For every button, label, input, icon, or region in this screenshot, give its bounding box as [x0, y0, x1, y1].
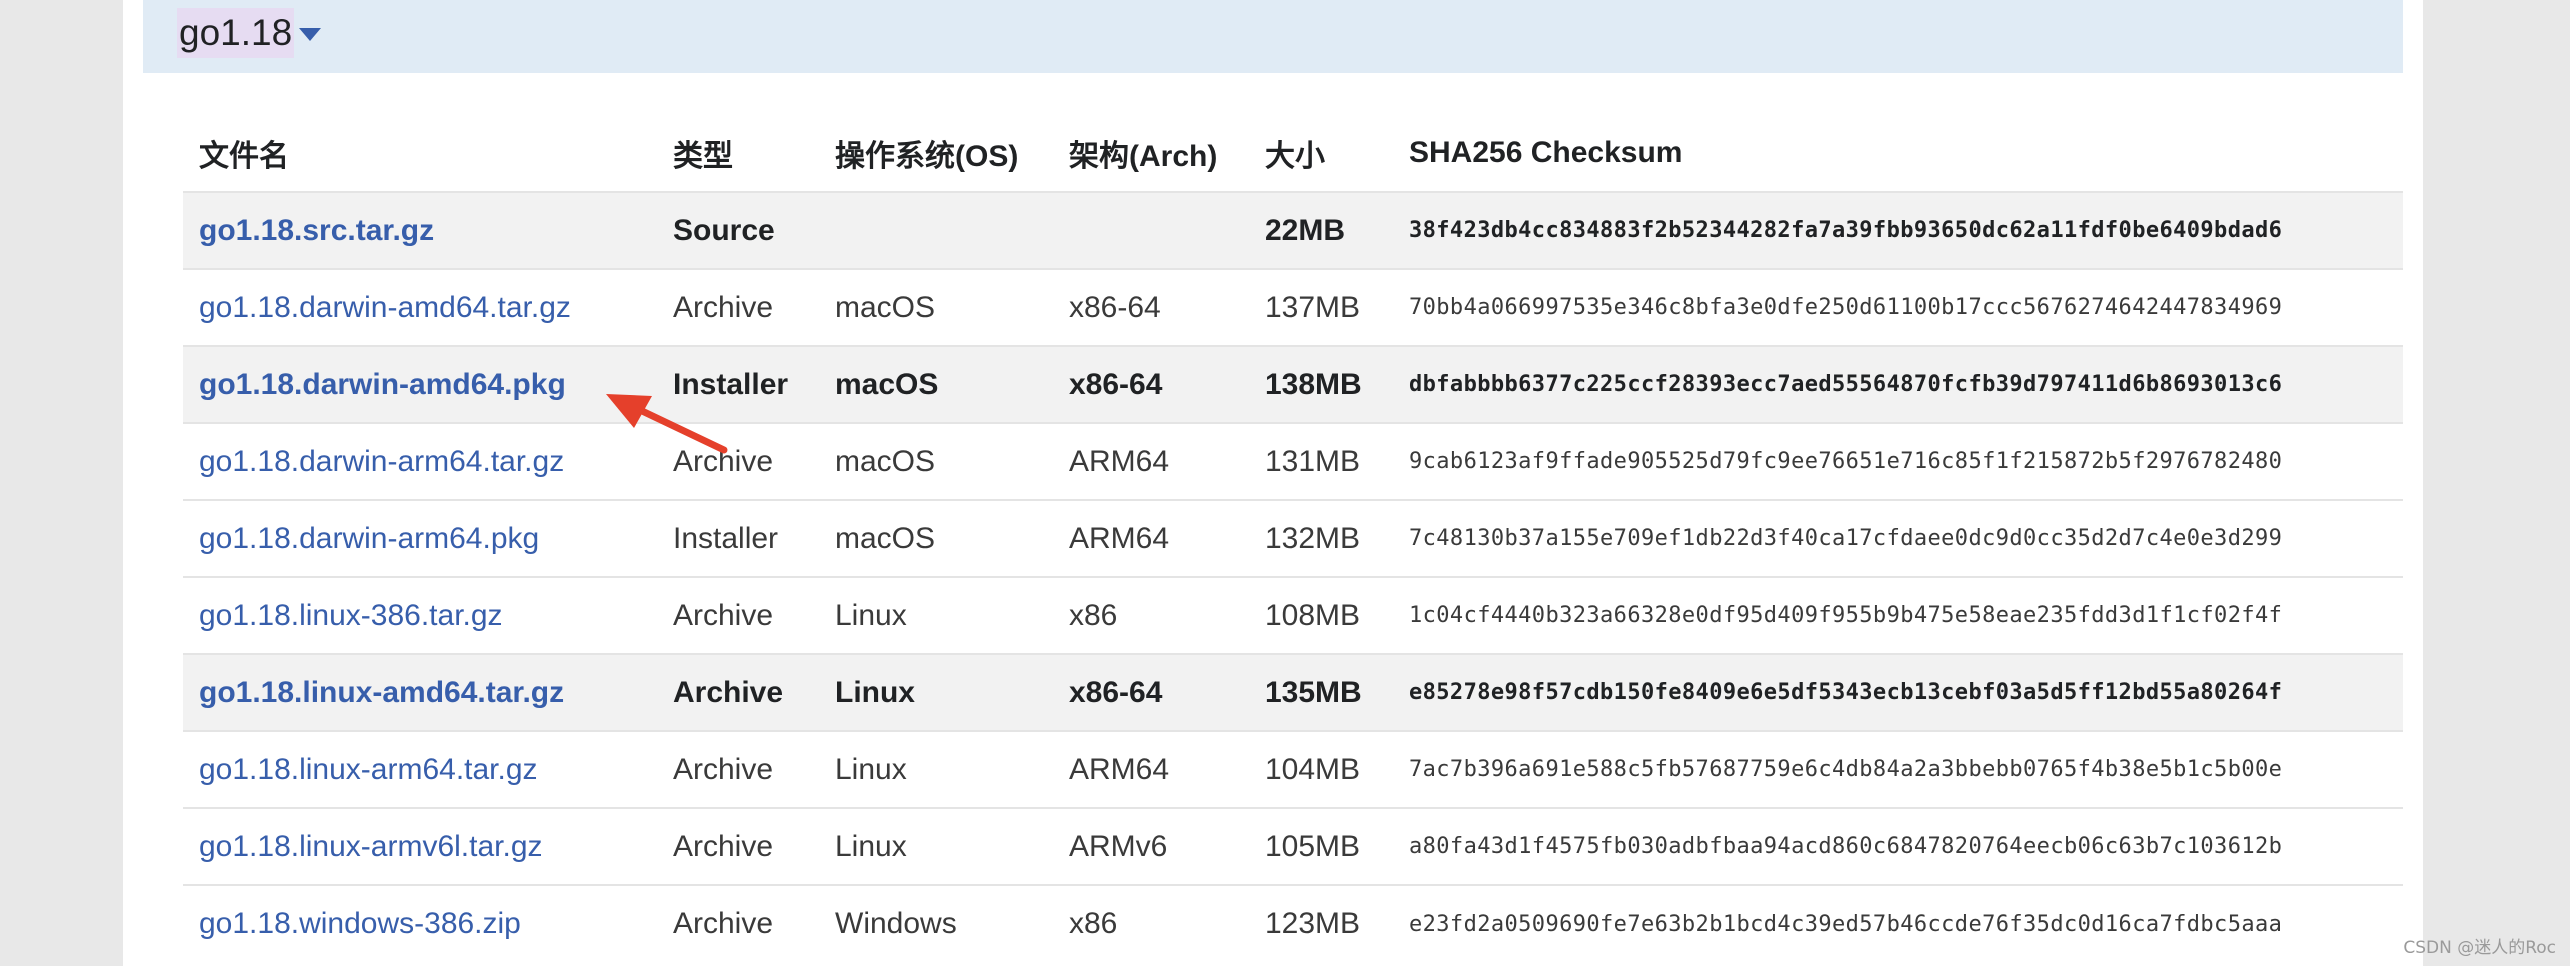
column-header-kind: 类型	[673, 139, 733, 173]
cell-filename: go1.18.darwin-arm64.pkg	[183, 499, 657, 577]
cell-checksum: 9cab6123af9ffade905525d79fc9ee76651e716c…	[1393, 422, 2403, 500]
table-row: go1.18.linux-amd64.tar.gz Archive Linux x86…	[183, 653, 2403, 731]
cell-size: 137MB	[1249, 268, 1393, 346]
cell-os: macOS	[819, 422, 1053, 500]
cell-kind: Archive	[657, 807, 819, 885]
cell-checksum: 70bb4a066997535e346c8bfa3e0dfe250d61100b…	[1393, 268, 2403, 346]
cell-arch: x86-64	[1053, 268, 1249, 346]
download-link[interactable]: go1.18.windows-386.zip	[199, 907, 521, 940]
cell-size: 132MB	[1249, 499, 1393, 577]
download-link[interactable]: go1.18.linux-armv6l.tar.gz	[199, 830, 543, 863]
cell-filename: go1.18.darwin-arm64.tar.gz	[183, 422, 657, 500]
cell-checksum: 7c48130b37a155e709ef1db22d3f40ca17cfdaee…	[1393, 499, 2403, 577]
cell-size: 104MB	[1249, 730, 1393, 808]
column-header-size: 大小	[1265, 139, 1325, 173]
cell-arch: ARM64	[1053, 730, 1249, 808]
cell-os: macOS	[819, 499, 1053, 577]
cell-filename: go1.18.linux-386.tar.gz	[183, 576, 657, 654]
cell-filename: go1.18.linux-amd64.tar.gz	[183, 653, 657, 731]
column-header-filename: 文件名	[199, 139, 289, 173]
download-link[interactable]: go1.18.src.tar.gz	[199, 214, 434, 247]
cell-os: macOS	[819, 345, 1053, 423]
cell-filename: go1.18.darwin-amd64.pkg	[183, 345, 657, 423]
cell-checksum: 38f423db4cc834883f2b52344282fa7a39fbb936…	[1393, 191, 2403, 269]
table-row: go1.18.linux-armv6l.tar.gz Archive Linux AR…	[183, 807, 2403, 885]
cell-kind: Installer	[657, 345, 819, 423]
table-row: go1.18.darwin-arm64.pkg Installer macOS ARM…	[183, 499, 2403, 577]
chevron-down-icon[interactable]	[299, 28, 321, 42]
cell-arch	[1053, 191, 1249, 269]
cell-filename: go1.18.src.tar.gz	[183, 191, 657, 269]
cell-size: 131MB	[1249, 422, 1393, 500]
download-link[interactable]: go1.18.linux-amd64.tar.gz	[199, 676, 564, 709]
cell-size: 22MB	[1249, 191, 1393, 269]
cell-kind: Archive	[657, 730, 819, 808]
cell-checksum: e23fd2a0509690fe7e63b2b1bcd4c39ed57b46cc…	[1393, 884, 2403, 962]
cell-kind: Archive	[657, 884, 819, 962]
cell-arch: ARM64	[1053, 499, 1249, 577]
cell-kind: Source	[657, 191, 819, 269]
version-header[interactable]: go1.18	[143, 0, 2403, 73]
download-link[interactable]: go1.18.darwin-amd64.pkg	[199, 368, 566, 401]
cell-size: 123MB	[1249, 884, 1393, 962]
downloads-page: go1.18 文件名 类型 操作系统(OS) 架构(Arch) 大小 SHA25…	[123, 0, 2423, 966]
cell-os: Linux	[819, 807, 1053, 885]
cell-filename: go1.18.windows-386.zip	[183, 884, 657, 962]
cell-size: 108MB	[1249, 576, 1393, 654]
cell-size: 135MB	[1249, 653, 1393, 731]
cell-kind: Installer	[657, 499, 819, 577]
cell-os	[819, 191, 1053, 269]
cell-kind: Archive	[657, 653, 819, 731]
cell-size: 138MB	[1249, 345, 1393, 423]
cell-filename: go1.18.linux-arm64.tar.gz	[183, 730, 657, 808]
cell-checksum: 7ac7b396a691e588c5fb57687759e6c4db84a2a3…	[1393, 730, 2403, 808]
download-link[interactable]: go1.18.linux-arm64.tar.gz	[199, 753, 538, 786]
cell-arch: x86	[1053, 884, 1249, 962]
table-row: go1.18.linux-arm64.tar.gz Archive Linux ARM…	[183, 730, 2403, 808]
download-link[interactable]: go1.18.darwin-arm64.tar.gz	[199, 445, 564, 478]
download-link[interactable]: go1.18.darwin-arm64.pkg	[199, 522, 539, 555]
table-row: go1.18.darwin-amd64.pkg Installer macOS x86…	[183, 345, 2403, 423]
cell-kind: Archive	[657, 576, 819, 654]
cell-filename: go1.18.linux-armv6l.tar.gz	[183, 807, 657, 885]
cell-os: Linux	[819, 730, 1053, 808]
cell-size: 105MB	[1249, 807, 1393, 885]
column-header-arch: 架构(Arch)	[1069, 139, 1218, 173]
version-title[interactable]: go1.18	[177, 8, 295, 58]
watermark: CSDN @迷人的Roc	[2403, 938, 2556, 958]
cell-os: Linux	[819, 653, 1053, 731]
table-row: go1.18.src.tar.gz Source 22MB 38f423db4cc83…	[183, 191, 2403, 269]
table-row: go1.18.windows-386.zip Archive Windows x86 1…	[183, 884, 2403, 962]
cell-filename: go1.18.darwin-amd64.tar.gz	[183, 268, 657, 346]
cell-os: Linux	[819, 576, 1053, 654]
cell-arch: ARM64	[1053, 422, 1249, 500]
cell-kind: Archive	[657, 422, 819, 500]
cell-arch: x86-64	[1053, 345, 1249, 423]
cell-arch: x86	[1053, 576, 1249, 654]
cell-checksum: e85278e98f57cdb150fe8409e6e5df5343ecb13c…	[1393, 653, 2403, 731]
cell-os: macOS	[819, 268, 1053, 346]
cell-arch: x86-64	[1053, 653, 1249, 731]
cell-checksum: 1c04cf4440b323a66328e0df95d409f955b9b475…	[1393, 576, 2403, 654]
downloads-table: 文件名 类型 操作系统(OS) 架构(Arch) 大小 SHA256 Check…	[183, 114, 2403, 962]
table-row: go1.18.darwin-arm64.tar.gz Archive macOS AR…	[183, 422, 2403, 500]
cell-kind: Archive	[657, 268, 819, 346]
table-row: go1.18.linux-386.tar.gz Archive Linux x86 10…	[183, 576, 2403, 654]
table-row: go1.18.darwin-amd64.tar.gz Archive macOS x8…	[183, 268, 2403, 346]
cell-checksum: a80fa43d1f4575fb030adbfbaa94acd860c68478…	[1393, 807, 2403, 885]
download-link[interactable]: go1.18.darwin-amd64.tar.gz	[199, 291, 571, 324]
cell-arch: ARMv6	[1053, 807, 1249, 885]
table-header-row: 文件名 类型 操作系统(OS) 架构(Arch) 大小 SHA256 Check…	[183, 114, 2403, 192]
column-header-checksum: SHA256 Checksum	[1409, 135, 1683, 169]
column-header-os: 操作系统(OS)	[835, 139, 1019, 173]
download-link[interactable]: go1.18.linux-386.tar.gz	[199, 599, 503, 632]
cell-checksum: dbfabbbb6377c225ccf28393ecc7aed55564870f…	[1393, 345, 2403, 423]
cell-os: Windows	[819, 884, 1053, 962]
